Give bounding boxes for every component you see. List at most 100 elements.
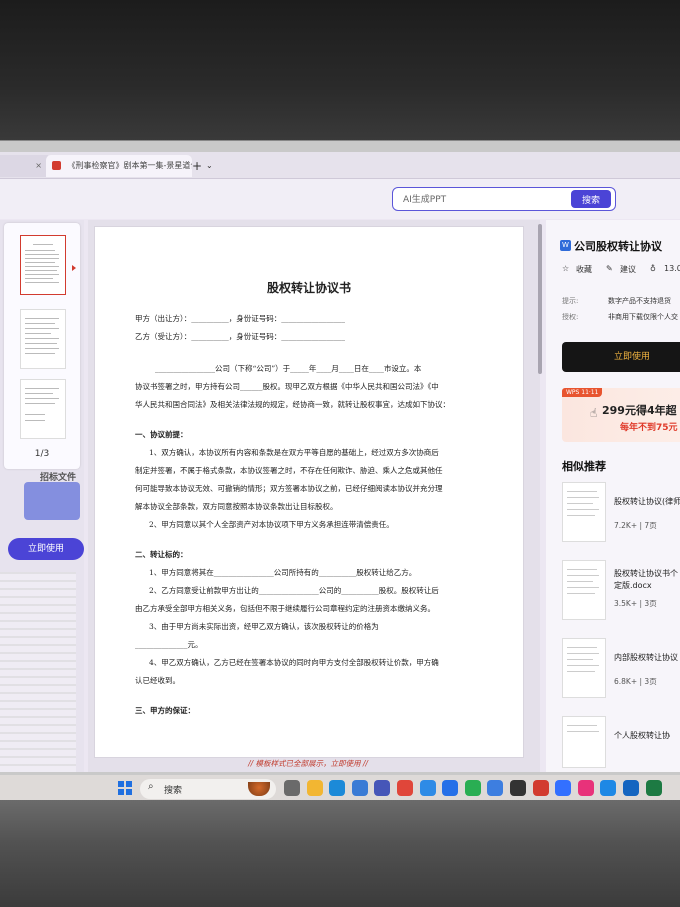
- background-wall: [0, 0, 680, 142]
- windows-start-icon[interactable]: [118, 781, 132, 795]
- document-title: 股权转让协议书: [266, 281, 351, 295]
- app-red-icon[interactable]: [397, 780, 413, 796]
- recommend-item-title-2: 定版.docx: [614, 581, 652, 590]
- left-use-button[interactable]: 立即使用: [8, 538, 84, 560]
- pencil-icon[interactable]: ✎: [606, 264, 613, 273]
- hand-cursor-icon: ☝: [590, 406, 598, 420]
- tab-label: 《刑事检察官》剧本第一集-景星道合: [67, 161, 192, 170]
- recommend-thumbnail: [562, 716, 606, 768]
- word-doc-icon: W: [560, 240, 571, 251]
- taskbar-search-label: 搜索: [164, 786, 183, 796]
- recommend-item-meta: 7.2K+ | 7页: [614, 521, 657, 530]
- page-thumbnail-1[interactable]: [20, 235, 66, 295]
- paragraph-line: 2、甲方同意以其个人全部资产对本协议项下甲方义务承担连带清偿责任。: [149, 520, 394, 529]
- thumbnail-panel: 1/3: [4, 223, 80, 469]
- recommend-item[interactable]: 股权转让协议书个 定版.docx 3.5K+ | 3页: [562, 560, 680, 624]
- paragraph-line: 1、甲方同意将其在________________公司所持有的_________…: [149, 568, 417, 577]
- star-icon[interactable]: ☆: [562, 264, 569, 273]
- paragraph-line: 何可能导致本协议无效、可撤销的情形；双方签署本协议之前，已经仔细阅读本协议并充分…: [135, 484, 443, 493]
- recommend-item[interactable]: 股权转让协议(律师 7.2K+ | 7页: [562, 482, 680, 546]
- mail-icon[interactable]: [374, 780, 391, 796]
- search-icon: ⌕: [148, 781, 154, 792]
- desk-background: [0, 800, 680, 907]
- taskbar: ⌕ 搜索: [0, 775, 680, 803]
- paragraph-line: 制定并签署，不属于格式条款，本协议签署之时，不存在任何欺诈、胁迫、乘人之危或其他…: [135, 466, 443, 475]
- promo-sub-text: 每年不到75元: [620, 423, 678, 433]
- app-blue-3-icon[interactable]: [623, 780, 639, 796]
- party-a-line: 甲方（出让方）：__________，身份证号码：_______________…: [135, 314, 345, 323]
- app-pink-icon[interactable]: [577, 780, 594, 796]
- chevron-down-icon[interactable]: ⌄: [206, 155, 213, 177]
- recommend-item-title: 股权转让协议书个: [614, 569, 678, 578]
- cloud-icon[interactable]: [419, 780, 436, 796]
- intro-line: 协议书签署之时，甲方持有公司______股权。现甲乙双方根据《中华人民共和国公司…: [135, 382, 439, 391]
- recommend-item[interactable]: 个人股权转让协: [562, 716, 680, 772]
- page-thumbnail-3[interactable]: [20, 379, 66, 439]
- file-explorer-icon[interactable]: [306, 780, 323, 796]
- paragraph-line: 认已经收到。: [135, 676, 180, 685]
- thumb-up-icon: ♁: [650, 264, 656, 273]
- current-page-marker-icon: [72, 265, 76, 271]
- meta-key: 授权:: [562, 313, 579, 321]
- left-panel: 1/3 招标文件 立即使用: [0, 220, 84, 772]
- template-title: 公司股权转让协议: [574, 240, 662, 253]
- close-icon[interactable]: ×: [35, 155, 42, 177]
- excel-icon[interactable]: [645, 780, 662, 796]
- recommend-item-title: 股权转让协议(律师: [614, 497, 680, 506]
- app-dark-icon[interactable]: [510, 780, 526, 796]
- screen: × 《刑事检察官》剧本第一集-景星道合 + ⌄ 搜索: [0, 152, 680, 772]
- tab-bar: × 《刑事检察官》剧本第一集-景星道合 + ⌄: [0, 152, 680, 179]
- store-icon[interactable]: [351, 780, 368, 796]
- template-footer-link[interactable]: // 模板样式已全部展示，立即使用 //: [94, 758, 522, 769]
- feishu-icon[interactable]: [555, 780, 572, 796]
- document-viewport[interactable]: 股权转让协议书 甲方（出让方）：__________，身份证号码：_______…: [88, 220, 540, 772]
- section-heading: 三、甲方的保证：: [135, 706, 195, 715]
- tab-previous[interactable]: ×: [0, 155, 48, 177]
- search-button[interactable]: 搜索: [571, 190, 611, 208]
- wechat-icon[interactable]: [464, 780, 481, 796]
- page-thumbnail-2[interactable]: [20, 309, 66, 369]
- paragraph-line: 4、甲乙双方确认，乙方已经在签署本协议的同时向甲方支付全部股权转让价款，甲方确: [149, 658, 439, 667]
- right-panel: W 公司股权转让协议 ☆ 收藏 ✎ 建议 ♁ 13.0 提示: 数字产品不支持退…: [546, 220, 680, 772]
- meta-value: 数字产品不支持退货: [608, 297, 671, 305]
- section-heading: 二、转让标的：: [135, 550, 188, 559]
- recommend-item-meta: 3.5K+ | 3页: [614, 599, 657, 608]
- favorite-button[interactable]: 收藏: [576, 264, 592, 275]
- recommend-item[interactable]: 内部股权转让协议 6.8K+ | 3页: [562, 638, 680, 702]
- promo-badge: WPS 11·11: [562, 388, 603, 397]
- document-page: 股权转让协议书 甲方（出让方）：__________，身份证号码：_______…: [94, 226, 524, 758]
- app-blue-2-icon[interactable]: [600, 780, 617, 796]
- search-input[interactable]: [401, 191, 555, 209]
- wps-icon[interactable]: [532, 780, 549, 796]
- search-highlight-icon: [248, 782, 270, 796]
- document-scrollbar[interactable]: [538, 224, 542, 374]
- tab-active[interactable]: 《刑事检察官》剧本第一集-景星道合: [46, 155, 192, 177]
- taskbar-search[interactable]: ⌕ 搜索: [140, 779, 276, 799]
- left-panel-background-content: [0, 572, 76, 772]
- paragraph-line: ______________元。: [135, 640, 203, 649]
- task-view-icon[interactable]: [284, 780, 300, 796]
- recommend-thumbnail: [562, 482, 606, 542]
- edge-icon[interactable]: [329, 780, 346, 796]
- usage-count: 13.0: [664, 264, 680, 273]
- browser-circle-icon[interactable]: [487, 780, 504, 796]
- paragraph-line: 3、由于甲方尚未实际出资，经甲乙双方确认，该次股权转让的价格为: [149, 622, 379, 631]
- promo-main-text: 299元得4年超: [602, 404, 677, 417]
- paragraph-line: 1、双方确认，本协议所有内容和条款是在双方平等自愿的基础上，经过双方多次协商后: [149, 448, 439, 457]
- recommend-item-title: 内部股权转让协议: [614, 653, 678, 662]
- page-indicator: 1/3: [34, 449, 50, 459]
- recommend-item-title: 个人股权转让协: [614, 731, 670, 740]
- wps-icon: [52, 161, 61, 170]
- recommend-thumbnail: [562, 638, 606, 698]
- meta-value: 非商用下载仅限个人交: [608, 313, 678, 321]
- use-now-button[interactable]: 立即使用: [562, 342, 680, 372]
- intro-line: 华人民共和国合同法》及相关法律法规的规定，经协商一致，就转让股权事宜，达成如下协…: [135, 400, 450, 409]
- browser-blue-icon[interactable]: [442, 780, 459, 796]
- suggest-button[interactable]: 建议: [620, 264, 636, 275]
- meta-key: 提示:: [562, 297, 579, 305]
- paragraph-line: 2、乙方同意受让前款甲方出让的________________公司的______…: [149, 586, 439, 595]
- new-tab-button[interactable]: +: [192, 155, 202, 177]
- toolbar: 搜索: [0, 179, 680, 219]
- recommend-thumbnail: [562, 560, 606, 620]
- promo-banner[interactable]: WPS 11·11 ☝ 299元得4年超 每年不到75元: [562, 388, 680, 442]
